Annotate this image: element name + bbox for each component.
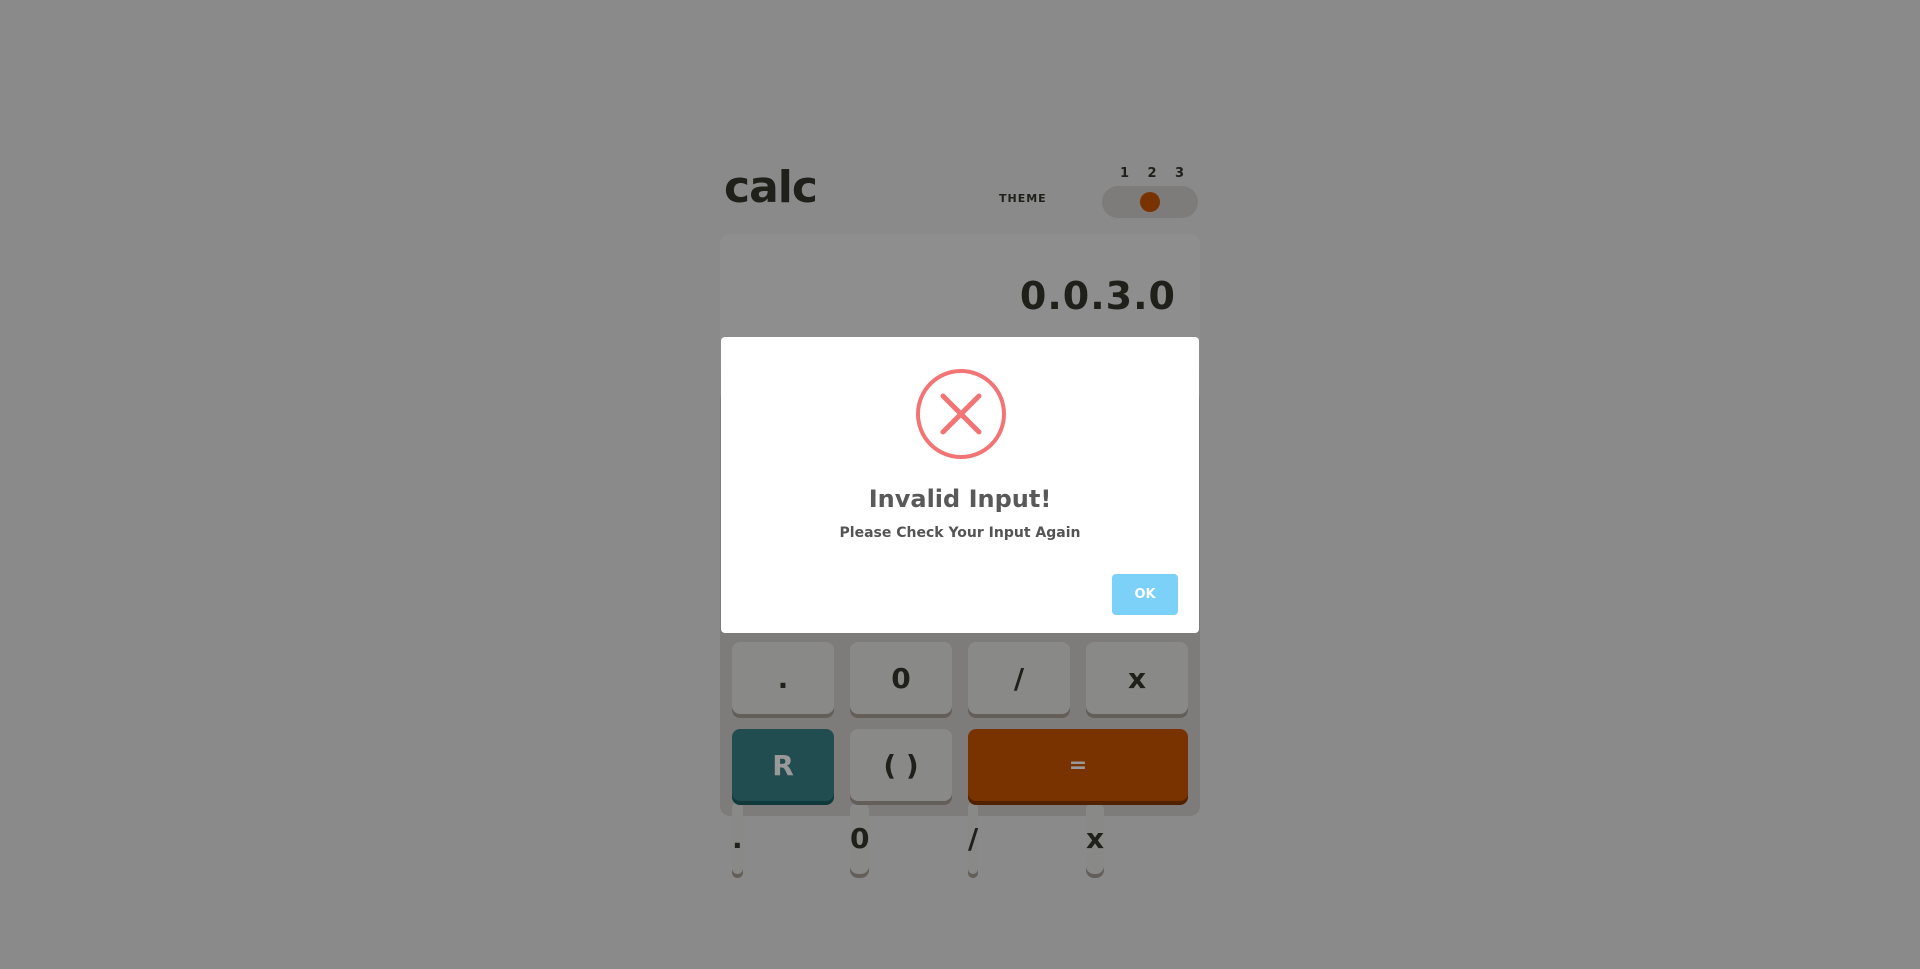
dialog-title: Invalid Input! bbox=[868, 485, 1052, 513]
error-dialog: Invalid Input! Please Check Your Input A… bbox=[721, 337, 1199, 633]
dialog-message: Please Check Your Input Again bbox=[839, 525, 1081, 541]
ok-button[interactable]: OK bbox=[1112, 574, 1178, 615]
error-x-icon bbox=[916, 369, 1006, 459]
